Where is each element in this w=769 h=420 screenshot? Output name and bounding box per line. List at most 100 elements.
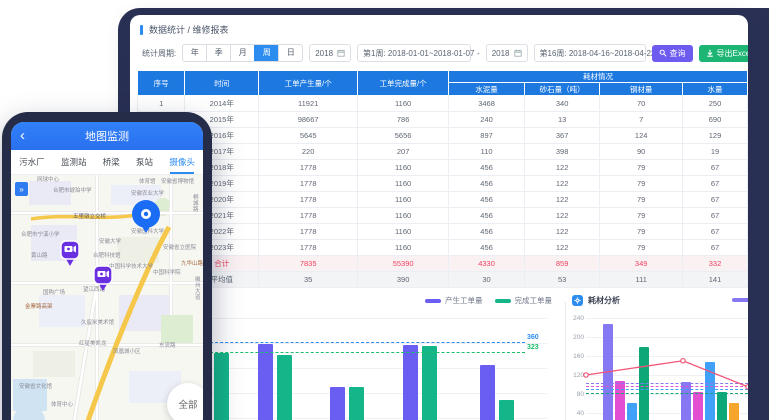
total-row: 合计7835553904330859349332 <box>138 256 748 272</box>
table-cell: 207 <box>358 144 449 160</box>
reference-line <box>586 383 748 384</box>
table-cell: 30 <box>449 272 525 288</box>
period-option[interactable]: 年 <box>183 45 206 61</box>
year-from-select[interactable]: 2018 <box>309 44 351 62</box>
bar <box>717 392 727 420</box>
consumables-chart-title: 耗材分析 <box>572 295 620 306</box>
table-cell: 122 <box>524 208 599 224</box>
map-label: 桐城路 <box>193 193 199 213</box>
query-button[interactable]: 查询 <box>652 45 693 62</box>
table-cell: 110 <box>449 144 525 160</box>
column-header: 工单完成量/个 <box>358 71 449 96</box>
table-cell: 7 <box>600 112 683 128</box>
gear-icon <box>572 295 583 306</box>
page: 数据统计 / 维修报表 统计周期: 年季月周日 2018 第1周: 2018-0… <box>0 0 769 420</box>
table-row: 52018年177811604561227967 <box>138 160 748 176</box>
table-cell: 1778 <box>259 192 358 208</box>
map-expand-button[interactable]: » <box>15 182 28 196</box>
week-to-input[interactable]: 第16周: 2018-04-16~2018-04-22 <box>534 44 646 62</box>
table-cell: 67 <box>683 192 748 208</box>
period-option[interactable]: 月 <box>230 45 254 61</box>
period-option[interactable]: 季 <box>206 45 230 61</box>
right-chart-legend-swatch <box>732 298 748 302</box>
map-all-button[interactable]: 全部 <box>167 383 203 420</box>
table-cell: 5656 <box>358 128 449 144</box>
workorder-bar-chart: 产生工单量完成工单量360323 <box>195 295 560 420</box>
download-icon <box>706 49 714 57</box>
table-cell: 53 <box>524 272 599 288</box>
sub-column-header: 水泥量 <box>449 83 525 96</box>
period-segmented-control: 年季月周日 <box>182 44 303 62</box>
phone-page-title: 地图监测 <box>85 128 129 144</box>
sub-column-header: 水量 <box>683 83 748 96</box>
phone-tab-污水厂[interactable]: 污水厂 <box>19 150 45 174</box>
table-cell: 67 <box>683 240 748 256</box>
map-label: 安徽农业大学 <box>131 189 165 197</box>
y-tick: 120 <box>570 372 584 379</box>
table-cell: 456 <box>449 160 525 176</box>
bar <box>422 346 437 420</box>
phone-tab-摄像头[interactable]: 摄像头 <box>169 150 195 174</box>
table-cell: 220 <box>259 144 358 160</box>
map-view[interactable]: 网球中心合肥市琥珀中学体育馆安徽农业大学安徽省博物馆桐城路五里墩立交桥合肥市宁溪… <box>11 175 203 420</box>
table-row: 22015年98667786240137690 <box>138 112 748 128</box>
map-label: 合肥科技馆 <box>93 251 121 259</box>
reference-line <box>586 386 748 387</box>
map-label: 中国科学院 <box>153 268 181 276</box>
table-cell: 4330 <box>449 256 525 272</box>
table-cell: 122 <box>524 240 599 256</box>
legend-item[interactable]: 产生工单量 <box>425 295 483 306</box>
group-header: 耗材情况 <box>449 71 748 83</box>
table-cell: 1160 <box>358 208 449 224</box>
map-label: 红星美凯龙 <box>79 339 107 347</box>
table-cell: 3468 <box>449 96 525 112</box>
bar <box>214 353 229 420</box>
table-cell: 456 <box>449 192 525 208</box>
period-option[interactable]: 周 <box>254 45 278 61</box>
map-label: 合肥市琥珀中学 <box>53 186 92 194</box>
table-cell: 250 <box>683 96 748 112</box>
table-cell: 70 <box>600 96 683 112</box>
table-cell: 349 <box>600 256 683 272</box>
table-cell: 690 <box>683 112 748 128</box>
map-label: 合肥市宁溪小学 <box>21 230 60 238</box>
filter-bar: 统计周期: 年季月周日 2018 第1周: 2018-01-01~2018-01… <box>142 44 748 62</box>
map-label: 安徽大学 <box>99 237 122 245</box>
export-excel-button[interactable]: 导出Excel <box>699 45 749 62</box>
table-cell: 1160 <box>358 160 449 176</box>
phone-tab-监测站[interactable]: 监测站 <box>61 150 87 174</box>
table-cell: 129 <box>683 128 748 144</box>
phone-tab-桥梁[interactable]: 桥梁 <box>103 150 120 174</box>
back-icon[interactable]: ‹ <box>20 128 25 143</box>
column-header: 序号 <box>138 71 185 96</box>
column-header: 时间 <box>185 71 259 96</box>
period-option[interactable]: 日 <box>278 45 302 61</box>
table-cell: 79 <box>600 224 683 240</box>
map-label: 安徽省博物馆 <box>161 177 195 185</box>
map-label: 国购广场 <box>43 288 66 296</box>
table-cell: 367 <box>524 128 599 144</box>
phone-mockup: ‹ 地图监测 污水厂监测站桥梁泵站摄像头 <box>2 112 212 420</box>
table-cell: 1778 <box>259 208 358 224</box>
table-row: 82021年177811604561227967 <box>138 208 748 224</box>
week-from-input[interactable]: 第1周: 2018-01-01~2018-01-07 <box>357 44 471 62</box>
table-cell: 79 <box>600 176 683 192</box>
table-cell: 456 <box>449 224 525 240</box>
map-label: 五里墩立交桥 <box>73 212 107 220</box>
year-to-select[interactable]: 2018 <box>486 44 528 62</box>
filter-label: 统计周期: <box>142 48 176 59</box>
bar <box>705 362 715 420</box>
bar <box>693 392 703 420</box>
table-cell: 79 <box>600 240 683 256</box>
left-chart-legend: 产生工单量 完成工单量 <box>425 295 552 306</box>
table-cell: 90 <box>600 144 683 160</box>
sub-column-header: 钢材量 <box>600 83 683 96</box>
table-cell: 55390 <box>358 256 449 272</box>
bar <box>681 382 691 420</box>
bar <box>603 324 613 420</box>
phone-tab-泵站[interactable]: 泵站 <box>136 150 153 174</box>
legend-item[interactable]: 完成工单量 <box>495 295 553 306</box>
table-cell: 456 <box>449 176 525 192</box>
table-cell: 141 <box>683 272 748 288</box>
bar <box>258 344 273 420</box>
